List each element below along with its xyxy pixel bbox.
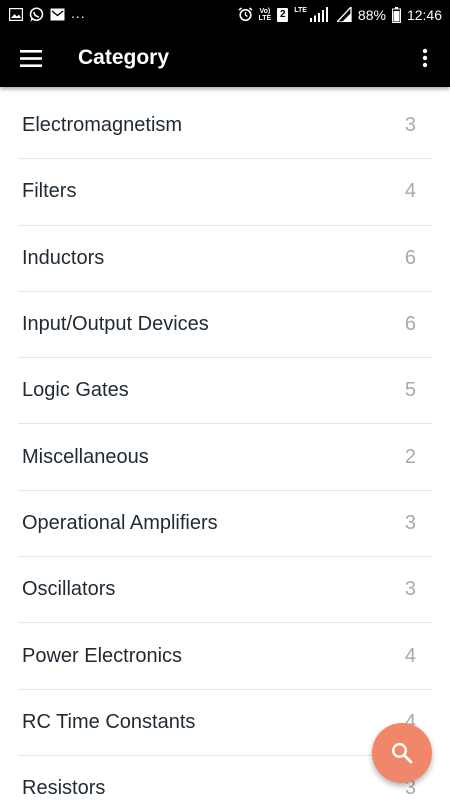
category-count: 3	[404, 511, 416, 534]
mail-icon	[50, 8, 65, 21]
gallery-icon	[9, 8, 23, 21]
search-fab-button[interactable]	[372, 723, 432, 783]
status-right: Vo) LTE 2 LTE 88% 12:46	[238, 6, 442, 23]
category-label: Electromagnetism	[22, 114, 183, 137]
whatsapp-icon	[29, 7, 44, 22]
category-label: Logic Gates	[22, 379, 129, 402]
status-bar: ... Vo) LTE 2 LTE 88% 12:46	[0, 0, 450, 29]
list-item-input-output-devices[interactable]: Input/Output Devices 6	[18, 292, 432, 359]
overflow-menu-button[interactable]	[400, 29, 450, 87]
category-count: 2	[404, 445, 416, 468]
search-icon	[391, 742, 413, 764]
category-count: 6	[404, 313, 416, 336]
hamburger-menu-icon	[20, 49, 42, 67]
category-label: Filters	[22, 180, 77, 203]
alarm-icon	[238, 7, 253, 22]
category-count: 5	[404, 379, 416, 402]
category-label: Oscillators	[22, 578, 116, 601]
sim-2-icon: 2	[277, 7, 289, 22]
volte-indicator: Vo) LTE	[258, 7, 272, 22]
category-count: 4	[404, 644, 416, 667]
list-item-logic-gates[interactable]: Logic Gates 5	[18, 358, 432, 425]
list-item-inductors[interactable]: Inductors 6	[18, 226, 432, 292]
category-label: Input/Output Devices	[22, 313, 209, 336]
category-count: 6	[404, 246, 416, 269]
category-label: Operational Amplifiers	[22, 511, 218, 534]
lte-signal: LTE	[294, 7, 331, 22]
clock: 12:46	[406, 6, 442, 23]
category-label: Inductors	[22, 246, 105, 269]
category-label: Resistors	[22, 777, 106, 800]
more-vert-icon	[422, 48, 428, 68]
category-label: Miscellaneous	[22, 445, 149, 468]
status-left: ...	[9, 4, 86, 22]
category-count: 3	[404, 578, 416, 601]
category-count: 4	[404, 180, 416, 203]
list-item-filters[interactable]: Filters 4	[18, 159, 432, 226]
category-label: RC Time Constants	[22, 710, 196, 733]
notification-overflow: ...	[71, 4, 86, 21]
list-item-miscellaneous[interactable]: Miscellaneous 2	[18, 424, 432, 491]
signal-icon	[336, 7, 352, 22]
list-item-electromagnetism[interactable]: Electromagnetism 3	[18, 93, 432, 160]
menu-button[interactable]	[0, 29, 62, 87]
list-item-resistors[interactable]: Resistors 3	[18, 756, 432, 800]
list-item-rc-time-constants[interactable]: RC Time Constants 4	[18, 690, 432, 756]
battery-percent: 88%	[357, 6, 386, 23]
app-bar: Category	[0, 29, 450, 87]
category-list: Electromagnetism 3 Filters 4 Inductors 6…	[18, 93, 432, 800]
category-label: Power Electronics	[22, 644, 183, 667]
signal-bars-icon	[309, 7, 328, 22]
battery-icon	[391, 6, 401, 23]
category-count: 3	[404, 114, 416, 137]
list-item-oscillators[interactable]: Oscillators 3	[18, 557, 432, 624]
list-item-operational-amplifiers[interactable]: Operational Amplifiers 3	[18, 491, 432, 558]
list-item-power-electronics[interactable]: Power Electronics 4	[18, 623, 432, 690]
page-title: Category	[78, 46, 170, 69]
